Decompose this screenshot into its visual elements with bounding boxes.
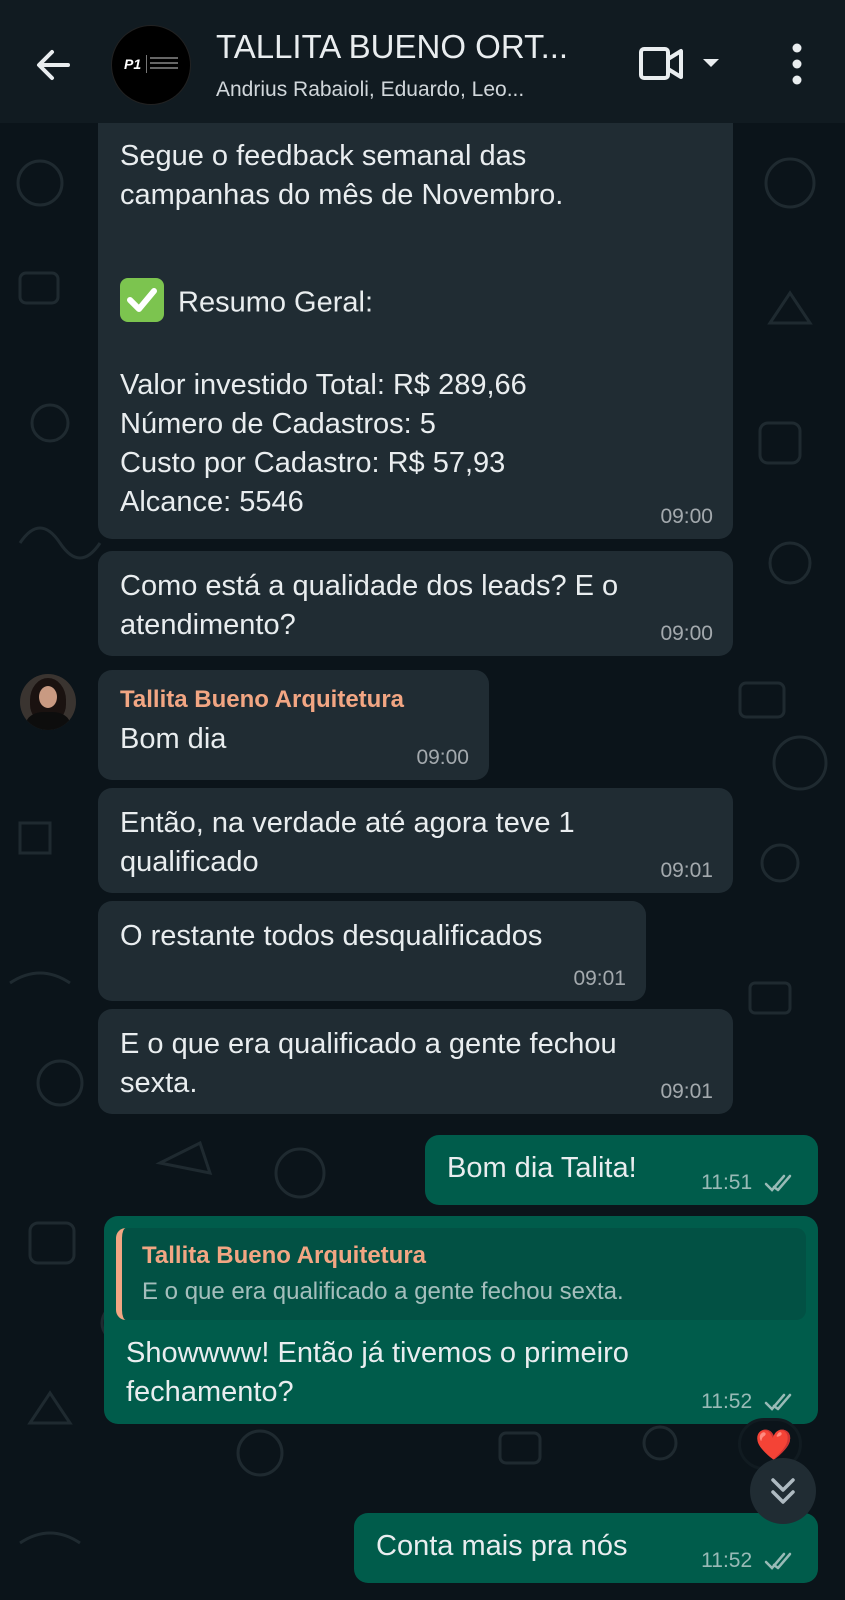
back-arrow-icon[interactable] [28,40,78,90]
message-text: O restante todos desqualificados [120,920,543,952]
message-text: Bom dia [120,723,227,755]
dropdown-caret-icon[interactable] [700,56,722,70]
message-bubble[interactable]: Tallita Bueno Arquitetura Bom dia 09:00 [98,670,489,780]
quoted-message[interactable]: Tallita Bueno Arquitetura E o que era qu… [116,1228,806,1320]
message-bubble[interactable]: Segue o feedback semanal das campanhas d… [98,123,733,539]
message-time: 09:01 [660,859,713,882]
white-check-mark-icon [120,278,164,322]
message-list[interactable]: Segue o feedback semanal das campanhas d… [0,123,845,1600]
chat-header: P1 TALLITA BUENO ORT... Andrius Rabaioli… [0,0,845,123]
message-time-status: 11:52 [701,1390,798,1414]
message-text: E o que era qualificado a gente fechou s… [120,1028,617,1099]
message-bubble-outgoing[interactable]: Conta mais pra nós 11:52 [354,1513,818,1583]
message-text: Segue o feedback semanal das campanhas d… [120,140,564,211]
message-text: Como está a qualidade dos leads? E o ate… [120,570,619,641]
scroll-to-bottom-button[interactable] [750,1458,816,1524]
message-text: Então, na verdade até agora teve 1 quali… [120,807,575,878]
read-ticks-icon [764,1175,792,1193]
double-chevron-down-icon [771,1478,795,1504]
read-ticks-icon [764,1394,792,1412]
sender-name[interactable]: Tallita Bueno Arquitetura [120,686,467,714]
message-time: 09:00 [660,505,713,528]
message-time: 11:51 [701,1171,753,1194]
sender-avatar[interactable] [20,674,76,730]
more-vert-icon[interactable] [784,40,810,88]
message-bubble[interactable]: E o que era qualificado a gente fechou s… [98,1009,733,1114]
quoted-text: E o que era qualificado a gente fechou s… [142,1278,624,1305]
message-time: 09:00 [416,746,469,769]
message-bubble[interactable]: O restante todos desqualificados 09:01 [98,901,646,1001]
quoted-sender: Tallita Bueno Arquitetura [142,1242,427,1269]
message-time-status: 11:51 [701,1171,798,1195]
message-bubble-outgoing[interactable]: Bom dia Talita! 11:51 [425,1135,818,1205]
message-time: 11:52 [701,1549,753,1572]
chat-participants[interactable]: Andrius Rabaioli, Eduardo, Leo... [216,78,524,102]
message-time: 09:01 [573,967,626,990]
read-ticks-icon [764,1553,792,1571]
message-bubble[interactable]: Como está a qualidade dos leads? E o ate… [98,551,733,656]
group-logo-text: P1 [124,56,142,72]
heart-reaction-icon: ❤️ [755,1429,793,1462]
group-avatar[interactable]: P1 [111,25,191,105]
chat-title[interactable]: TALLITA BUENO ORT... [216,28,568,66]
summary-heading: Resumo Geral: [178,286,374,319]
message-text: Resumo Geral: [120,243,711,326]
message-time: 09:00 [660,622,713,645]
message-time: 11:52 [701,1390,753,1413]
message-bubble[interactable]: Então, na verdade até agora teve 1 quali… [98,788,733,893]
message-bubble-outgoing[interactable]: Tallita Bueno Arquitetura E o que era qu… [104,1216,818,1424]
video-call-icon[interactable] [638,44,684,84]
message-time: 09:01 [660,1080,713,1103]
campaign-stats: Valor investido Total: R$ 289,66 Número … [120,369,527,518]
message-time-status: 11:52 [701,1549,798,1573]
